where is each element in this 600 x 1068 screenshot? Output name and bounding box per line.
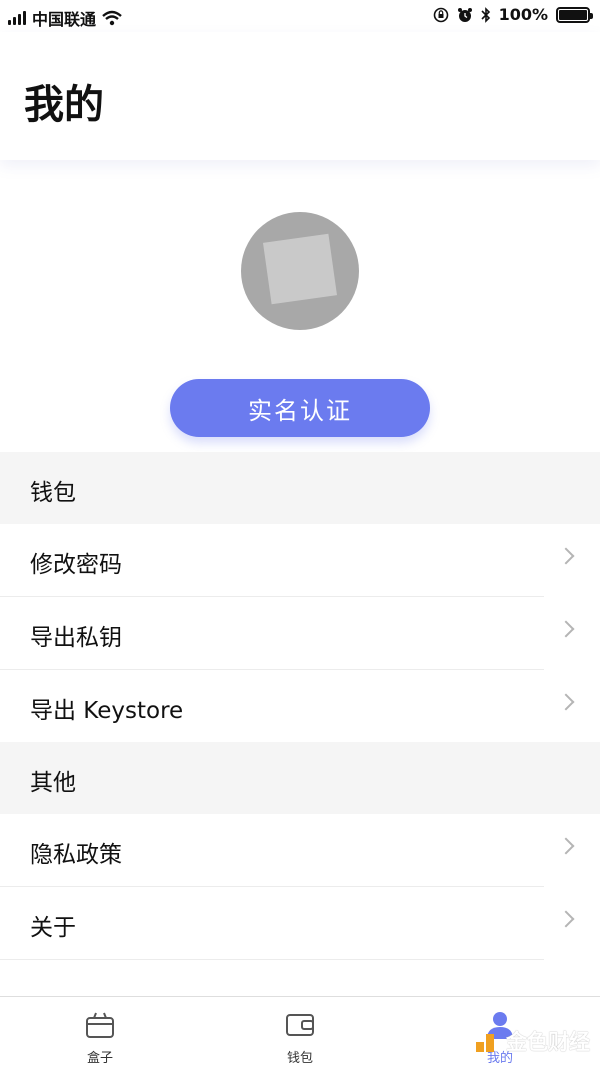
watermark-logo-icon bbox=[476, 1034, 494, 1052]
menu-item-label: 修改密码 bbox=[30, 552, 122, 578]
menu-item-label: 隐私政策 bbox=[30, 842, 122, 868]
menu-item-about[interactable]: 关于 bbox=[0, 887, 600, 960]
section-header-other: 其他 bbox=[0, 742, 600, 814]
chevron-right-icon bbox=[557, 837, 575, 855]
tab-label: 钱包 bbox=[286, 1051, 313, 1066]
avatar-image bbox=[263, 233, 337, 305]
status-right: 100% bbox=[433, 5, 593, 24]
status-bar: 中国联通 100% bbox=[0, 0, 600, 32]
chevron-right-icon bbox=[557, 620, 575, 638]
bluetooth-icon bbox=[480, 6, 490, 23]
wifi-icon bbox=[102, 10, 122, 26]
alarm-icon bbox=[457, 7, 472, 22]
battery-fill bbox=[559, 9, 587, 20]
page-title: 我的 bbox=[24, 82, 104, 128]
menu-item-label: 导出 Keystore bbox=[30, 698, 184, 724]
signal-icon bbox=[8, 11, 26, 25]
carrier-label: 中国联通 bbox=[32, 10, 97, 29]
tab-wallet[interactable]: 钱包 bbox=[200, 997, 400, 1068]
wallet-icon bbox=[286, 1014, 314, 1036]
section-title: 钱包 bbox=[30, 480, 76, 506]
menu-item-export-keystore[interactable]: 导出 Keystore bbox=[0, 670, 600, 743]
menu-item-export-private-key[interactable]: 导出私钥 bbox=[0, 597, 600, 670]
chevron-right-icon bbox=[557, 910, 575, 928]
section-header-wallet: 钱包 bbox=[0, 452, 600, 524]
orientation-lock-icon bbox=[433, 7, 448, 22]
chevron-right-icon bbox=[557, 547, 575, 565]
verify-identity-button[interactable]: 实名认证 bbox=[170, 379, 430, 437]
status-left: 中国联通 bbox=[8, 6, 122, 30]
watermark-text: 金色财经 bbox=[506, 1030, 590, 1054]
tab-box[interactable]: 盒子 bbox=[0, 997, 200, 1068]
watermark: 金色财经 bbox=[474, 1026, 590, 1056]
chevron-right-icon bbox=[557, 693, 575, 711]
profile-section: 实名认证 bbox=[0, 160, 600, 450]
menu-item-label: 关于 bbox=[30, 915, 76, 941]
battery-percent: 100% bbox=[498, 5, 548, 24]
avatar[interactable] bbox=[241, 212, 359, 330]
tab-label: 盒子 bbox=[86, 1051, 113, 1066]
menu-item-label: 导出私钥 bbox=[30, 625, 122, 651]
section-title: 其他 bbox=[30, 770, 76, 796]
menu-item-change-password[interactable]: 修改密码 bbox=[0, 524, 600, 597]
menu-item-privacy-policy[interactable]: 隐私政策 bbox=[0, 814, 600, 887]
divider bbox=[0, 959, 544, 960]
box-icon bbox=[86, 1012, 114, 1038]
battery-icon bbox=[556, 6, 593, 23]
